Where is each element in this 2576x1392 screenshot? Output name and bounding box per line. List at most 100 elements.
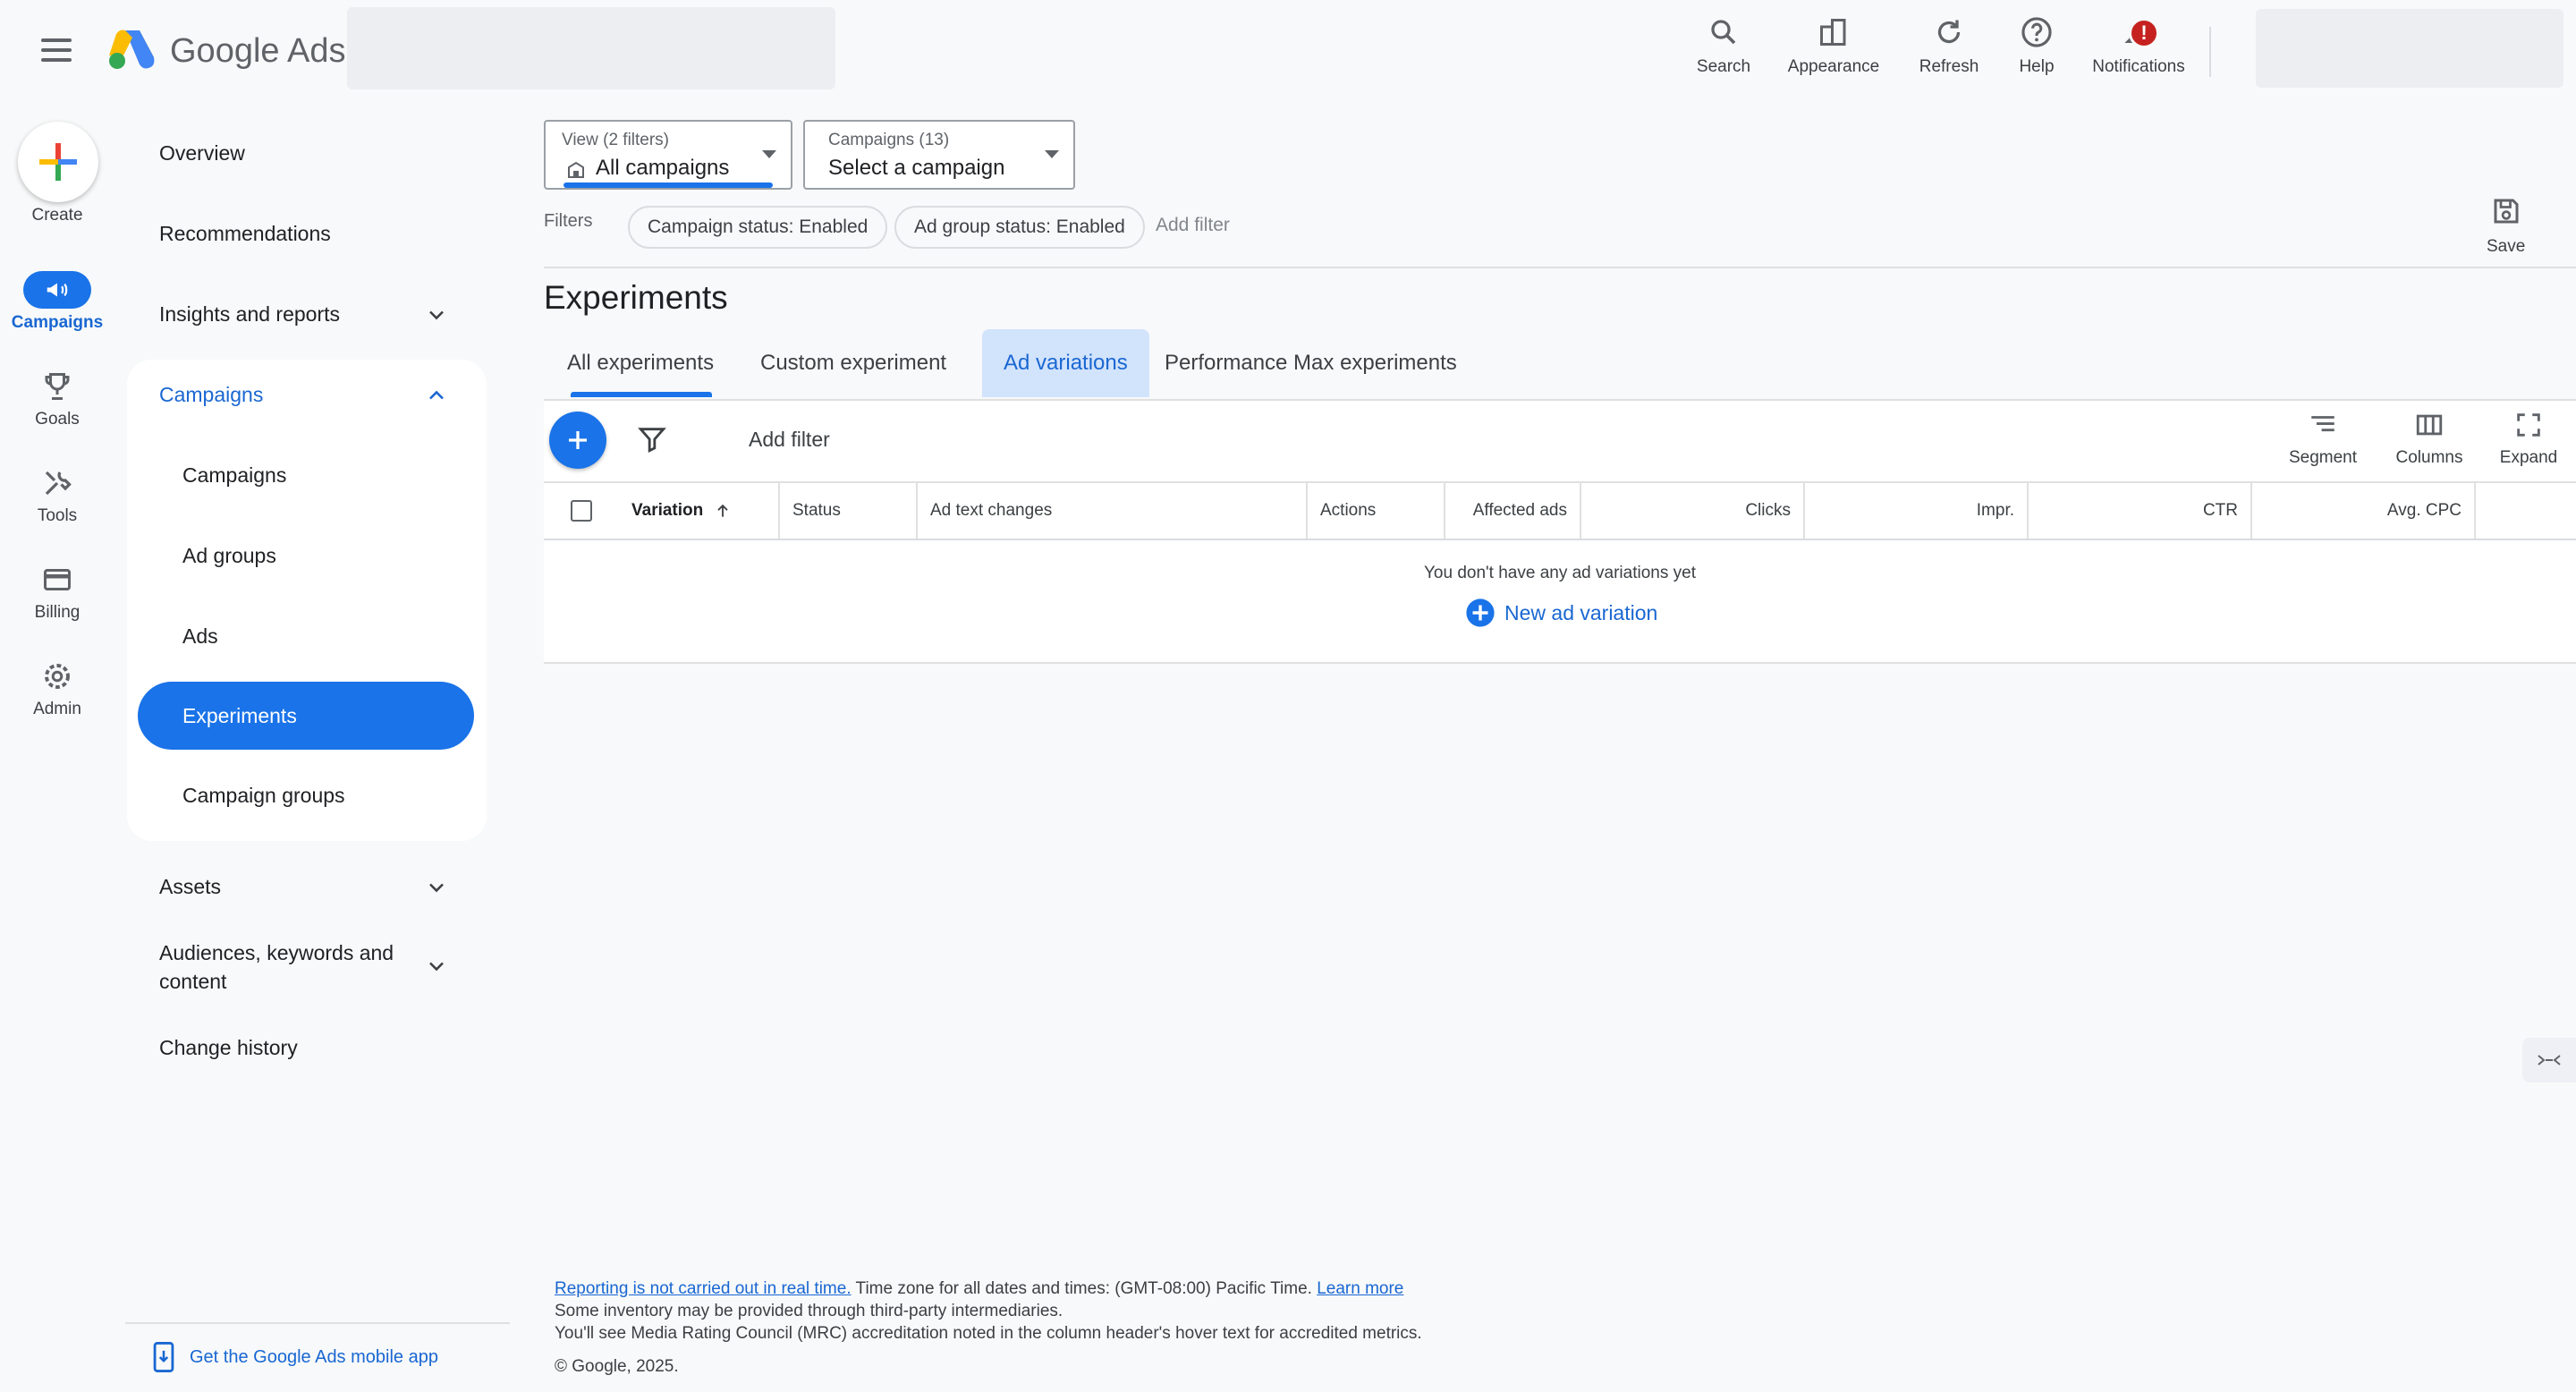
add-button[interactable] [549,412,606,469]
notifications-button[interactable]: Notifications ! [2080,13,2197,84]
nav-sub-experiments[interactable]: Experiments [138,682,474,750]
tab-ad-variations[interactable]: Ad variations [982,329,1149,397]
appearance-button[interactable]: Appearance [1780,13,1887,84]
nav-insights[interactable]: Insights and reports [159,302,340,327]
select-all-checkbox[interactable] [571,500,592,522]
plus-color-icon [39,143,77,181]
notification-badge: ! [2129,18,2159,48]
page-title: Experiments [544,279,728,316]
column-header-affected-ads[interactable]: Affected ads [1445,483,1581,539]
search-button[interactable]: Search [1685,13,1762,84]
selector-underline [564,182,773,188]
columns-button[interactable]: Columns [2390,410,2469,468]
plus-icon [569,431,587,449]
chevron-down-icon[interactable] [424,954,449,979]
nav-overview[interactable]: Overview [159,141,245,166]
rail-item-billing[interactable]: Billing [0,560,114,623]
column-header-avg-cpc[interactable]: Avg. CPC [2252,483,2476,539]
campaign-selector[interactable]: Campaigns (13) Select a campaign [803,120,1075,190]
mobile-app-link[interactable]: Get the Google Ads mobile app [152,1342,438,1372]
save-button[interactable]: Save [2487,195,2525,257]
column-header-status[interactable]: Status [780,483,918,539]
search-icon [1711,20,1736,45]
chevron-down-icon[interactable] [424,302,449,327]
empty-state-message: You don't have any ad variations yet [1424,564,1696,582]
card-icon [44,569,71,590]
nav-sub-campaign-groups[interactable]: Campaign groups [182,784,345,808]
filters-label: Filters [544,211,593,231]
filter-chip-campaign-status[interactable]: Campaign status: Enabled [628,206,888,249]
expand-button[interactable]: Expand [2494,410,2563,468]
rail-item-admin[interactable]: Admin [0,657,114,719]
nav-audiences[interactable]: Audiences, keywords and [159,941,394,965]
divider [2209,27,2211,77]
filter-icon[interactable] [637,424,667,454]
rail-item-tools[interactable]: Tools [0,463,114,526]
brand-title: Google Ads [170,32,346,70]
chevron-up-icon[interactable] [424,383,449,408]
reporting-link[interactable]: Reporting is not carried out in real tim… [555,1279,852,1298]
tab-custom-experiment[interactable]: Custom experiment [739,329,968,397]
chevron-down-icon[interactable] [424,875,449,900]
table-header: Variation Status Ad text changes Actions… [544,481,2576,540]
arrow-up-icon [717,504,728,517]
google-ads-logo [109,30,155,69]
building-icon [568,161,584,178]
tab-all-experiments[interactable]: All experiments [546,329,735,397]
nav-sub-campaigns[interactable]: Campaigns [182,463,286,488]
collapse-icon [2538,1055,2561,1065]
create-button[interactable] [18,122,98,202]
filter-chip-ad-group-status[interactable]: Ad group status: Enabled [894,206,1145,249]
help-button[interactable]: Help [2004,13,2070,84]
learn-more-link[interactable]: Learn more [1317,1279,1403,1298]
side-panel-handle[interactable] [2522,1038,2576,1082]
nav-recommendations[interactable]: Recommendations [159,222,331,246]
account-selector-blurred[interactable] [347,7,835,89]
trophy-icon [45,373,70,400]
refresh-button[interactable]: Refresh [1911,13,1987,84]
refresh-icon [1937,20,1961,44]
nav-campaigns-header[interactable]: Campaigns [159,383,263,407]
column-header-ad-text-changes[interactable]: Ad text changes [918,483,1308,539]
menu-icon[interactable] [36,30,79,70]
caret-down-icon [1045,150,1059,158]
column-header-actions[interactable]: Actions [1308,483,1445,539]
page-footer: Reporting is not carried out in real tim… [555,1279,1422,1376]
phone-icon [153,1342,174,1372]
user-account-blurred[interactable] [2256,9,2563,88]
column-header-impr[interactable]: Impr. [1805,483,2029,539]
create-label: Create [31,206,83,225]
expand-icon [2517,413,2540,437]
divider [544,267,2576,268]
rail-item-campaigns[interactable]: Campaigns [0,270,114,333]
appearance-icon [1820,19,1846,46]
active-tab-indicator [571,392,712,397]
megaphone-icon [47,283,68,297]
new-ad-variation-link[interactable]: New ad variation [1465,598,1657,628]
nav-sub-ad-groups[interactable]: Ad groups [182,544,276,568]
table-add-filter[interactable]: Add filter [749,428,830,452]
gear-icon [45,664,70,689]
nav-sub-ads[interactable]: Ads [182,624,218,649]
nav-change-history[interactable]: Change history [159,1036,298,1060]
tools-icon [45,471,72,496]
column-header-clicks[interactable]: Clicks [1581,483,1805,539]
add-filter-link[interactable]: Add filter [1156,215,1230,236]
rail-item-goals[interactable]: Goals [0,367,114,429]
tab-performance-max-experiments[interactable]: Performance Max experiments [1143,329,1479,397]
columns-icon [2416,414,2443,436]
segment-icon [2311,416,2334,432]
nav-campaigns-group [127,360,487,841]
top-bar: Google Ads Search Appearance Refresh Hel… [0,0,2576,100]
select-all-cell [571,483,601,539]
help-icon [2021,17,2052,47]
nav-audiences-line2[interactable]: content [159,970,226,994]
app-root: Google Ads Search Appearance Refresh Hel… [0,0,2576,1392]
segment-button[interactable]: Segment [2284,410,2361,468]
plus-circle-icon [1466,598,1495,627]
column-header-variation[interactable]: Variation [603,483,780,539]
column-header-ctr[interactable]: CTR [2029,483,2252,539]
view-selector[interactable]: View (2 filters) All campaigns [544,120,792,190]
caret-down-icon [762,150,776,158]
nav-assets[interactable]: Assets [159,875,221,899]
